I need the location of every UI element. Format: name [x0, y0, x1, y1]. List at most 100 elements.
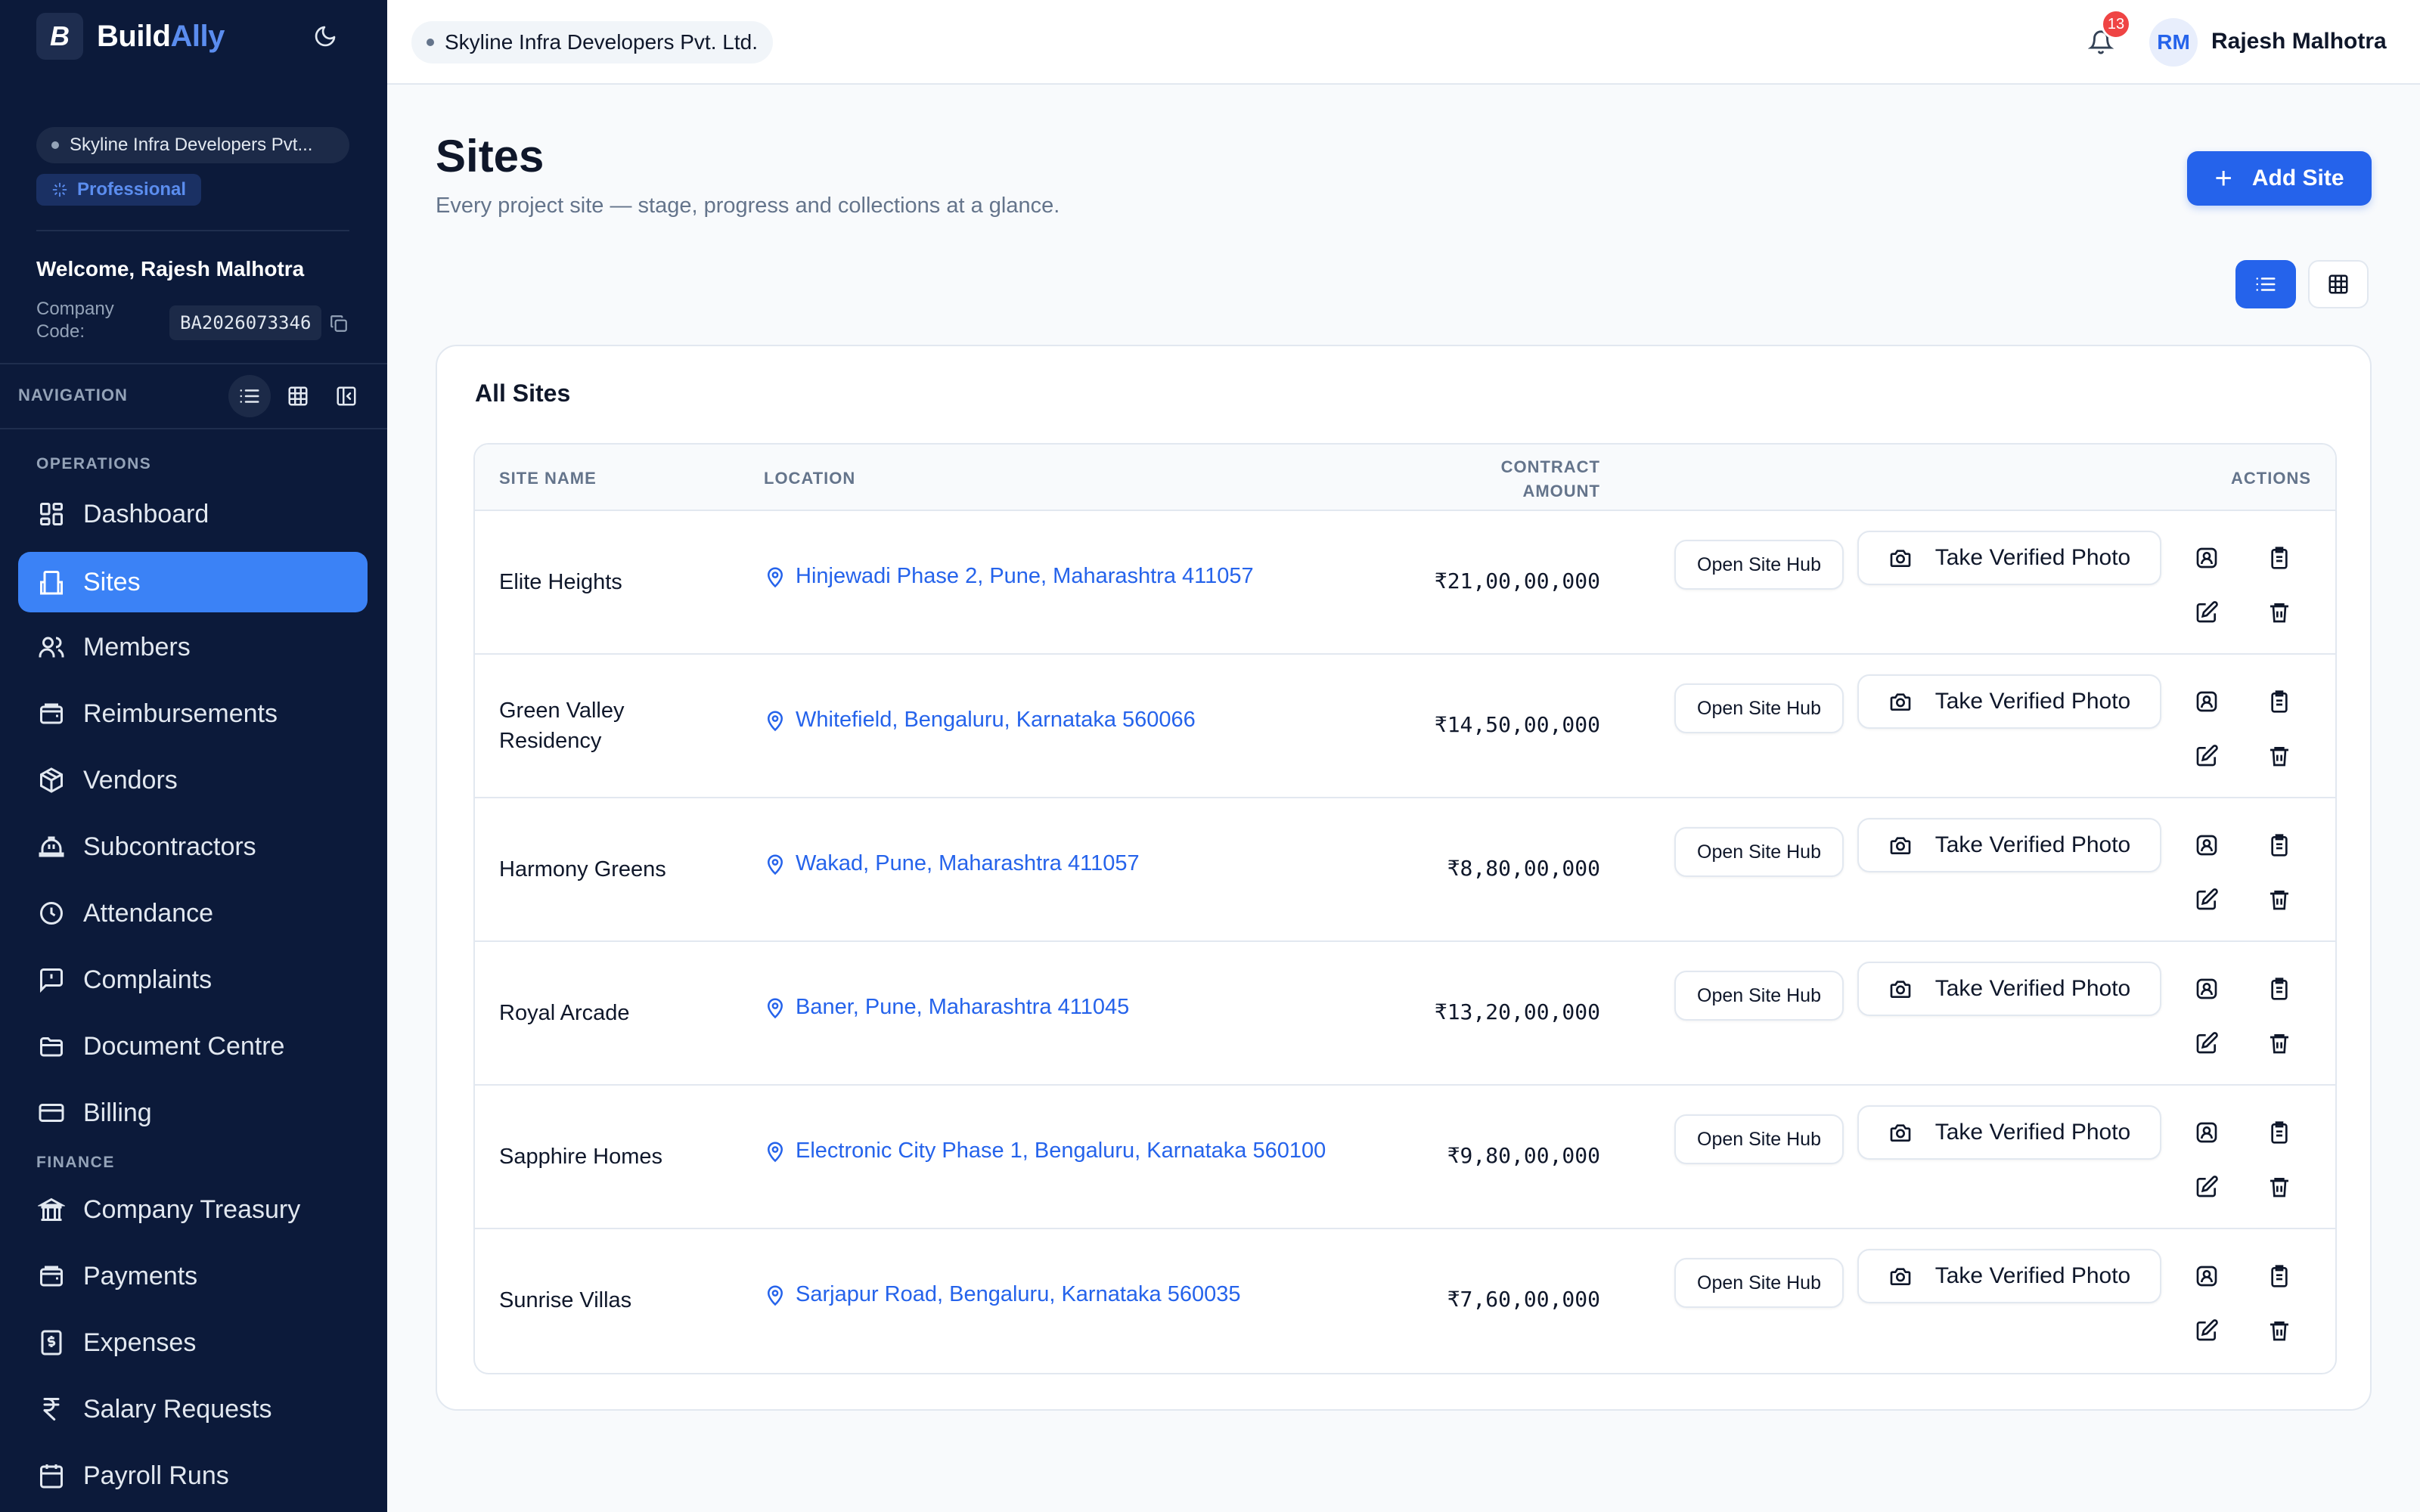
take-verified-photo-button[interactable]: Take Verified Photo: [1857, 818, 2161, 872]
table-row: Royal Arcade Baner, Pune, Maharashtra 41…: [475, 942, 2335, 1086]
camera-icon: [1890, 981, 1911, 998]
edit-icon[interactable]: [2189, 881, 2225, 918]
map-pin-icon: [767, 998, 783, 1018]
receipt-icon: [36, 1328, 67, 1358]
site-location-link[interactable]: Hinjewadi Phase 2, Pune, Maharashtra 411…: [764, 564, 1254, 589]
assign-user-icon[interactable]: [2189, 827, 2225, 863]
table-row: Sapphire Homes Electronic City Phase 1, …: [475, 1086, 2335, 1229]
assign-user-icon[interactable]: [2189, 683, 2225, 720]
sidebar-item-payroll-runs[interactable]: Payroll Runs: [18, 1445, 368, 1506]
clipboard-icon[interactable]: [2261, 971, 2297, 1007]
user-name[interactable]: Rajesh Malhotra: [2211, 29, 2387, 54]
header-contract-amount[interactable]: CONTRACT AMOUNT: [1501, 455, 1600, 503]
open-site-hub-button[interactable]: Open Site Hub: [1674, 1258, 1844, 1308]
trash-icon[interactable]: [2261, 1169, 2297, 1205]
users-icon: [36, 632, 67, 662]
brand-logo: B: [36, 13, 83, 60]
clock-icon: [36, 898, 67, 928]
clipboard-icon[interactable]: [2261, 540, 2297, 576]
edit-icon[interactable]: [2189, 738, 2225, 774]
table-row: Elite Heights Hinjewadi Phase 2, Pune, M…: [475, 511, 2335, 655]
open-site-hub-button[interactable]: Open Site Hub: [1674, 971, 1844, 1021]
collapse-sidebar-icon[interactable]: [325, 375, 368, 417]
edit-icon[interactable]: [2189, 594, 2225, 631]
assign-user-icon[interactable]: [2189, 1258, 2225, 1294]
take-verified-photo-button[interactable]: Take Verified Photo: [1857, 531, 2161, 585]
card-title: All Sites: [475, 380, 571, 407]
sidebar-item-reimbursements[interactable]: Reimbursements: [18, 683, 368, 744]
sidebar-item-dashboard[interactable]: Dashboard: [18, 484, 368, 544]
open-site-hub-button[interactable]: Open Site Hub: [1674, 827, 1844, 877]
trash-icon[interactable]: [2261, 1312, 2297, 1349]
site-location-link[interactable]: Sarjapur Road, Bengaluru, Karnataka 5600…: [764, 1282, 1240, 1307]
camera-icon: [1890, 693, 1911, 711]
table-row: Sunrise Villas Sarjapur Road, Bengaluru,…: [475, 1229, 2335, 1373]
avatar[interactable]: RM: [2149, 18, 2198, 67]
take-verified-photo-button[interactable]: Take Verified Photo: [1857, 1249, 2161, 1303]
sidebar-item-payments[interactable]: Payments: [18, 1246, 368, 1306]
site-location-link[interactable]: Whitefield, Bengaluru, Karnataka 560066: [764, 708, 1196, 733]
sidebar-item-document-centre[interactable]: Document Centre: [18, 1016, 368, 1077]
site-location-link[interactable]: Wakad, Pune, Maharashtra 411057: [764, 851, 1140, 876]
clipboard-icon[interactable]: [2261, 1258, 2297, 1294]
page-subtitle: Every project site — stage, progress and…: [436, 194, 1060, 218]
take-verified-photo-button[interactable]: Take Verified Photo: [1857, 1105, 2161, 1160]
package-icon: [36, 765, 67, 795]
moon-icon[interactable]: [309, 20, 342, 53]
assign-user-icon[interactable]: [2189, 1114, 2225, 1151]
sites-table: SITE NAME LOCATION CONTRACT AMOUNT ACTION…: [473, 443, 2337, 1374]
brand[interactable]: B BuildAlly: [36, 13, 225, 60]
trash-icon[interactable]: [2261, 738, 2297, 774]
edit-icon[interactable]: [2189, 1025, 2225, 1061]
sidebar-item-subcontractors[interactable]: Subcontractors: [18, 816, 368, 877]
sites-card: All Sites SITE NAME LOCATION CONTRACT AMO…: [436, 345, 2372, 1411]
trash-icon[interactable]: [2261, 1025, 2297, 1061]
sidebar-item-billing[interactable]: Billing: [18, 1083, 368, 1143]
assign-user-icon[interactable]: [2189, 971, 2225, 1007]
bank-icon: [36, 1194, 67, 1225]
list-view-icon[interactable]: [228, 375, 271, 417]
open-site-hub-button[interactable]: Open Site Hub: [1674, 683, 1844, 733]
edit-icon[interactable]: [2189, 1312, 2225, 1349]
sidebar-item-members[interactable]: Members: [18, 617, 368, 677]
org-selector[interactable]: Skyline Infra Developers Pvt. Ltd.: [411, 21, 773, 64]
sidebar-item-sites[interactable]: Sites: [18, 552, 368, 612]
hardhat-icon: [36, 832, 67, 862]
section-finance: FINANCE: [36, 1154, 115, 1171]
assign-user-icon[interactable]: [2189, 540, 2225, 576]
trash-icon[interactable]: [2261, 594, 2297, 631]
sidebar-item-vendors[interactable]: Vendors: [18, 750, 368, 810]
company-code: BA2026073346: [169, 305, 322, 340]
copy-icon[interactable]: [327, 311, 351, 336]
take-verified-photo-button[interactable]: Take Verified Photo: [1857, 962, 2161, 1016]
clipboard-icon[interactable]: [2261, 683, 2297, 720]
clipboard-icon[interactable]: [2261, 1114, 2297, 1151]
clipboard-icon[interactable]: [2261, 827, 2297, 863]
site-name: Sapphire Homes: [499, 1145, 662, 1169]
brand-name: BuildAlly: [97, 19, 225, 53]
open-site-hub-button[interactable]: Open Site Hub: [1674, 540, 1844, 590]
sidebar-item-expenses[interactable]: Expenses: [18, 1312, 368, 1373]
open-site-hub-button[interactable]: Open Site Hub: [1674, 1114, 1844, 1164]
grid-view-icon[interactable]: [277, 375, 319, 417]
sidebar-item-complaints[interactable]: Complaints: [18, 950, 368, 1010]
camera-icon: [1890, 550, 1911, 567]
trash-icon[interactable]: [2261, 881, 2297, 918]
sidebar-item-salary-requests[interactable]: Salary Requests: [18, 1379, 368, 1439]
site-name: Green Valley Residency: [499, 699, 625, 753]
sidebar-item-company-treasury[interactable]: Company Treasury: [18, 1179, 368, 1240]
site-location-link[interactable]: Electronic City Phase 1, Bengaluru, Karn…: [764, 1139, 1326, 1163]
site-name: Harmony Greens: [499, 857, 666, 881]
grid-view-button[interactable]: [2308, 260, 2369, 308]
list-view-button[interactable]: [2235, 260, 2296, 308]
sidebar-item-attendance[interactable]: Attendance: [18, 883, 368, 943]
contract-amount: ₹13,20,00,000: [1434, 999, 1600, 1024]
welcome-text: Welcome, Rajesh Malhotra: [36, 257, 305, 280]
take-verified-photo-button[interactable]: Take Verified Photo: [1857, 674, 2161, 729]
site-location-link[interactable]: Baner, Pune, Maharashtra 411045: [764, 995, 1129, 1020]
add-site-button[interactable]: + Add Site: [2187, 151, 2372, 206]
header-site-name[interactable]: SITE NAME: [499, 469, 597, 488]
header-location[interactable]: LOCATION: [764, 469, 855, 488]
edit-icon[interactable]: [2189, 1169, 2225, 1205]
org-chip[interactable]: Skyline Infra Developers Pvt...: [36, 127, 349, 163]
